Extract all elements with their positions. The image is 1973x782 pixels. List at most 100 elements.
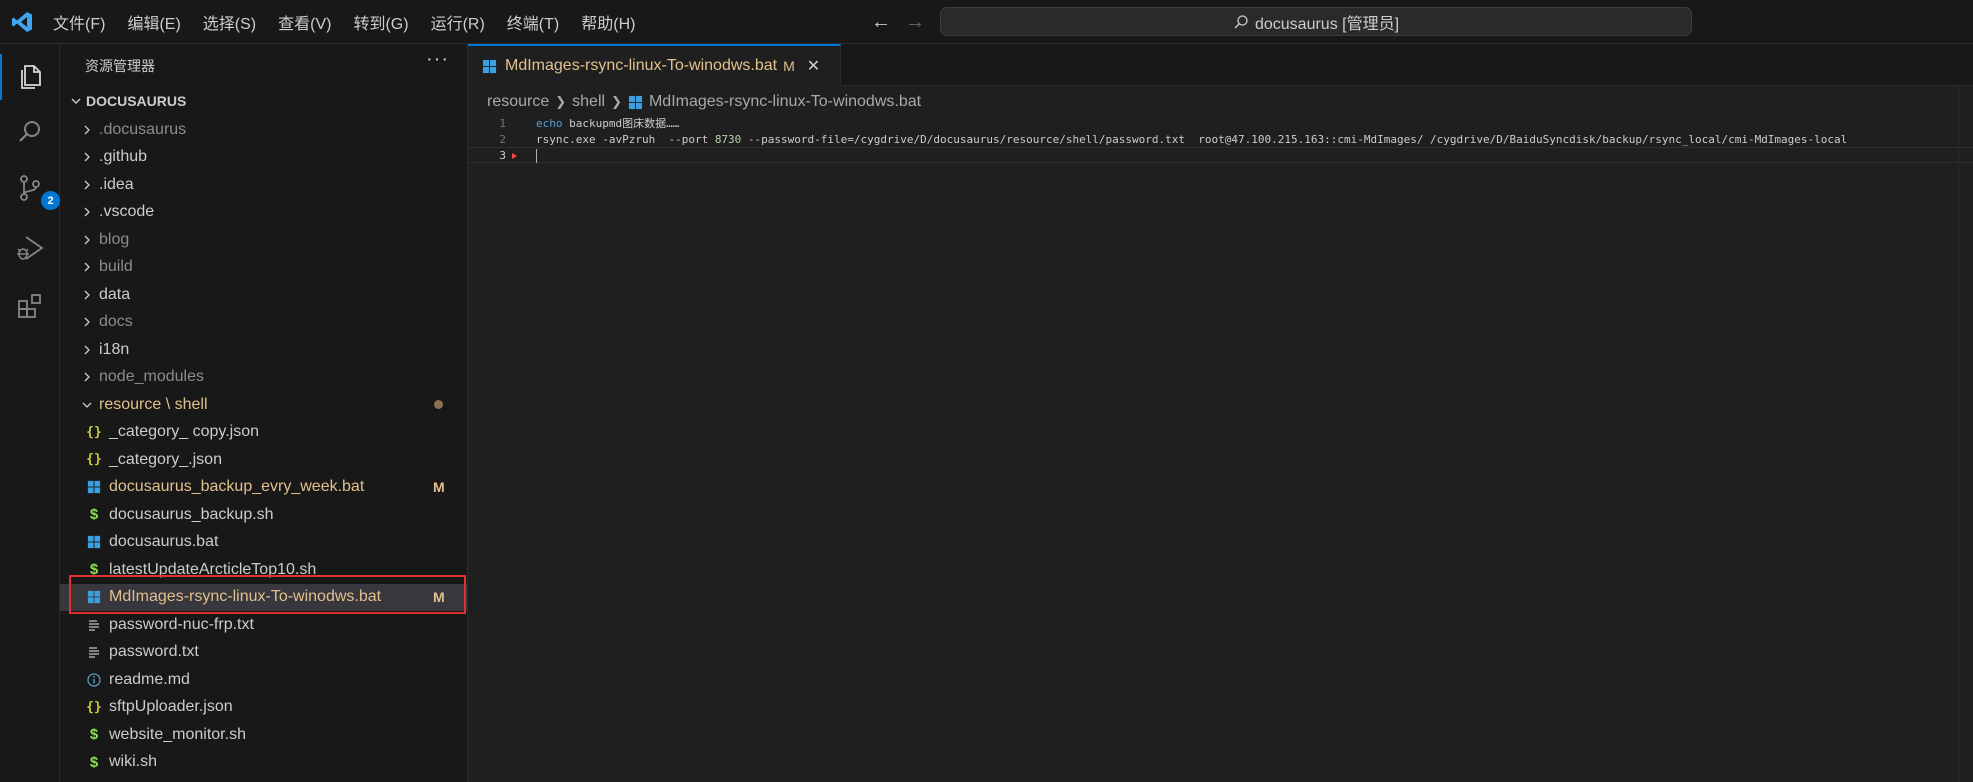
breadcrumb: resource ❯ shell ❯ MdImages-rsync-linux-… — [487, 90, 921, 114]
folder-item[interactable]: .github — [60, 144, 467, 172]
windows-bat-icon — [85, 480, 103, 494]
forward-arrow-icon[interactable]: → — [902, 9, 928, 35]
folder-item[interactable]: node_modules — [60, 364, 467, 392]
menu-item[interactable]: 选择(S) — [203, 10, 256, 34]
more-actions-icon[interactable]: ··· — [426, 48, 449, 71]
folder-item[interactable]: blog — [60, 226, 467, 254]
chevron-right-icon — [79, 152, 95, 162]
tree-item-label: password-nuc-frp.txt — [109, 615, 254, 633]
menu-item[interactable]: 终端(T) — [507, 10, 559, 34]
chevron-right-icon — [79, 317, 95, 327]
file-tree: .docusaurus .github .idea .vscode blog build d… — [60, 116, 467, 776]
line-content: echo backupmd图床数据…… — [536, 115, 679, 131]
file-item[interactable]: {} _category_.json — [60, 446, 467, 474]
file-item[interactable]: password-nuc-frp.txt — [60, 611, 467, 639]
tree-item-label: docs — [99, 313, 133, 331]
tree-item-label: docusaurus.bat — [109, 533, 219, 551]
menu-item[interactable]: 编辑(E) — [127, 10, 180, 34]
file-item[interactable]: docusaurus.bat — [60, 529, 467, 557]
chevron-right-icon — [79, 180, 95, 190]
menu-item[interactable]: 文件(F) — [53, 10, 105, 34]
scrollbar[interactable] — [1958, 86, 1973, 782]
menu-item[interactable]: 运行(R) — [431, 10, 485, 34]
code-line-current: 3 — [468, 147, 1973, 163]
run-debug-icon[interactable] — [12, 230, 48, 266]
tree-item-label: .idea — [99, 175, 134, 193]
explorer-icon[interactable] — [12, 58, 48, 94]
activity-bar: 2 — [0, 44, 60, 782]
code-text: backupmd图床数据…… — [562, 117, 680, 130]
folder-item[interactable]: docs — [60, 309, 467, 337]
command-center[interactable]: docusaurus [管理员] — [940, 7, 1692, 36]
tree-item-label: resource \ shell — [99, 395, 208, 413]
menu-item[interactable]: 转到(G) — [353, 10, 408, 34]
chevron-right-icon — [79, 235, 95, 245]
folder-item[interactable]: .idea — [60, 171, 467, 199]
back-arrow-icon[interactable]: ← — [868, 9, 894, 35]
breadcrumb-item[interactable]: resource — [487, 93, 549, 111]
chevron-right-icon — [79, 345, 95, 355]
close-icon[interactable]: ✕ — [807, 56, 820, 76]
tree-item-label: .vscode — [99, 203, 155, 221]
tab-active-file[interactable]: MdImages-rsync-linux-To-winodws.bat M ✕ — [468, 44, 841, 86]
code-editor[interactable]: 1 echo backupmd图床数据…… 2 rsync.exe -avPzr… — [468, 114, 1973, 782]
tree-item-label: password.txt — [109, 643, 199, 661]
source-control-badge: 2 — [41, 191, 60, 210]
extensions-icon[interactable] — [12, 288, 48, 324]
folder-item[interactable]: resource \ shell — [60, 391, 467, 419]
file-item[interactable]: docusaurus_backup_evry_week.bat M — [60, 474, 467, 502]
file-item[interactable]: $ website_monitor.sh — [60, 721, 467, 749]
menu-bar: 文件(F) 编辑(E) 选择(S) 查看(V) 转到(G) 运行(R) 终端(T) 帮助(H) — [53, 0, 657, 44]
file-item[interactable]: readme.md — [60, 666, 467, 694]
info-icon — [85, 673, 103, 687]
code-text: rsync.exe -avPzruh --port — [536, 132, 715, 146]
menu-item[interactable]: 查看(V) — [278, 10, 331, 34]
windows-bat-icon — [482, 59, 497, 73]
tree-item-label: .docusaurus — [99, 120, 187, 138]
folder-item[interactable]: build — [60, 254, 467, 282]
chevron-right-icon — [79, 290, 95, 300]
vscode-logo-icon — [12, 12, 32, 32]
line-content: rsync.exe -avPzruh --port 8730 --passwor… — [536, 133, 1847, 146]
search-icon[interactable] — [12, 114, 48, 150]
menu-item[interactable]: 帮助(H) — [581, 10, 635, 34]
json-braces-icon: {} — [86, 699, 102, 715]
tree-item-label: .github — [99, 148, 148, 166]
tree-item-label: website_monitor.sh — [109, 725, 246, 743]
tree-item-label: wiki.sh — [109, 753, 158, 771]
text-lines-icon — [85, 646, 103, 658]
explorer-sidebar: 资源管理器 ··· DOCUSAURUS .docusaurus .github.… — [60, 44, 468, 782]
command-center-label: docusaurus [管理员] — [1254, 15, 1400, 33]
json-braces-icon: {} — [86, 424, 102, 440]
workspace-root[interactable]: DOCUSAURUS — [60, 89, 467, 113]
shell-dollar-icon: $ — [89, 753, 99, 771]
text-lines-icon — [85, 619, 103, 631]
breadcrumb-item[interactable]: shell — [572, 93, 605, 111]
file-item[interactable]: {} _category_ copy.json — [60, 419, 467, 447]
port-number: 8730 — [714, 132, 742, 146]
folder-item[interactable]: .vscode — [60, 199, 467, 227]
folder-item[interactable]: data — [60, 281, 467, 309]
active-indicator — [0, 54, 2, 100]
shell-dollar-icon: $ — [89, 726, 99, 744]
file-item[interactable]: $ wiki.sh — [60, 749, 467, 777]
folder-item[interactable]: i18n — [60, 336, 467, 364]
chevron-right-icon — [79, 207, 95, 217]
chevron-right-icon: ❯ — [555, 94, 567, 109]
text-cursor — [536, 149, 537, 163]
breadcrumb-item[interactable]: MdImages-rsync-linux-To-winodws.bat — [649, 93, 921, 111]
tree-item-label: build — [99, 258, 133, 276]
breakpoint-hint-icon — [512, 153, 517, 159]
windows-bat-icon — [85, 535, 103, 549]
tree-item-label: node_modules — [99, 368, 204, 386]
tree-item-label: docusaurus_backup.sh — [109, 505, 274, 523]
file-item[interactable]: $ docusaurus_backup.sh — [60, 501, 467, 529]
json-braces-icon: {} — [86, 452, 102, 468]
file-item[interactable]: {} sftpUploader.json — [60, 694, 467, 722]
source-control-icon[interactable]: 2 — [12, 170, 60, 210]
sidebar-title: 资源管理器 — [85, 58, 155, 74]
line-number: 2 — [499, 132, 506, 146]
file-item[interactable]: password.txt — [60, 639, 467, 667]
tree-item-label: sftpUploader.json — [109, 698, 233, 716]
folder-item[interactable]: .docusaurus — [60, 116, 467, 144]
